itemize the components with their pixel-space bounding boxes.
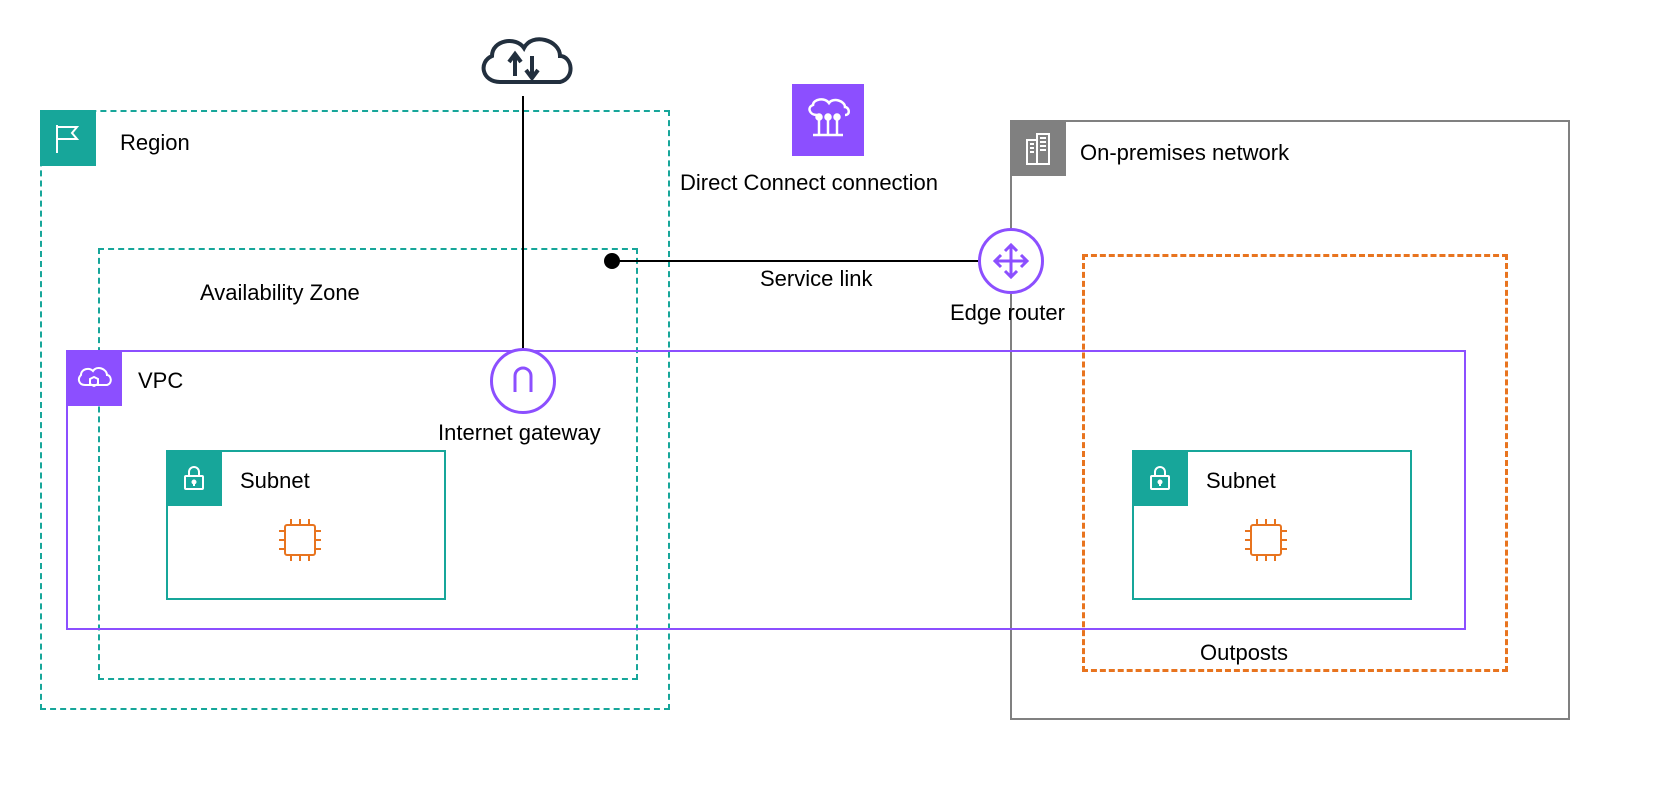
service-link-dot: [604, 253, 620, 269]
compute-chip-right-icon: [1236, 510, 1296, 570]
onprem-icon: [1010, 120, 1066, 176]
subnet-right-label: Subnet: [1206, 468, 1276, 494]
region-icon: [40, 110, 96, 166]
subnet-left-label: Subnet: [240, 468, 310, 494]
vpc-label: VPC: [138, 368, 183, 394]
internet-gateway-icon: [490, 348, 556, 414]
compute-chip-left-icon: [270, 510, 330, 570]
edge-router-icon: [978, 228, 1044, 294]
onprem-label: On-premises network: [1080, 140, 1289, 166]
region-label: Region: [120, 130, 190, 156]
outposts-label: Outposts: [1200, 640, 1288, 666]
service-link-line: [610, 260, 988, 262]
subnet-right-icon: [1132, 450, 1188, 506]
subnet-left-icon: [166, 450, 222, 506]
internet-cloud-icon: [470, 26, 578, 98]
vpc-icon: [66, 350, 122, 406]
edge-router-label: Edge router: [950, 300, 1065, 326]
igw-label: Internet gateway: [438, 420, 601, 446]
service-link-label: Service link: [760, 266, 872, 292]
az-label: Availability Zone: [200, 280, 360, 306]
dx-label: Direct Connect connection: [680, 170, 938, 196]
igw-to-internet-line: [522, 96, 524, 352]
direct-connect-icon: [792, 84, 864, 156]
diagram-canvas: Region Availability Zone On-premises net…: [0, 0, 1654, 786]
